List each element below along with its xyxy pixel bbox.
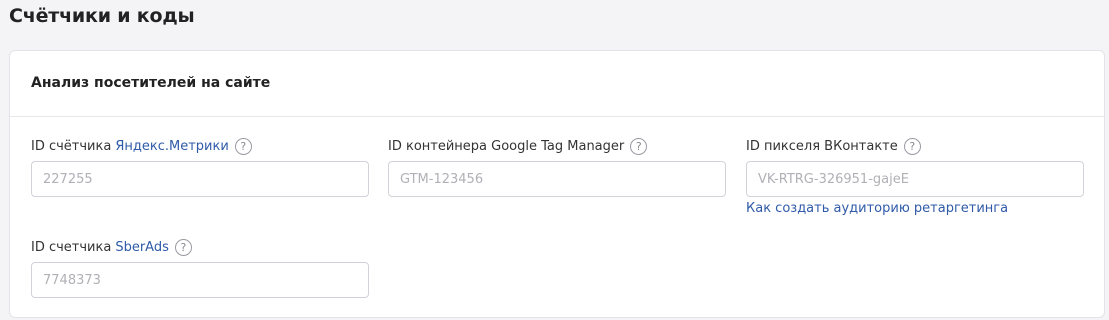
page-title: Счётчики и коды	[9, 5, 195, 27]
section-title: Анализ посетителей на сайте	[31, 75, 271, 91]
yandex-metrika-link[interactable]: Яндекс.Метрики	[115, 139, 228, 154]
sberads-field: ID счетчика SberAds ?	[31, 238, 369, 298]
vk-pixel-label-text: ID пикселя ВКонтакте	[746, 138, 898, 154]
gtm-label: ID контейнера Google Tag Manager ?	[388, 137, 726, 155]
yandex-metrika-field: ID счётчика Яндекс.Метрики ?	[31, 137, 369, 197]
retargeting-help-link[interactable]: Как создать аудиторию ретаргетинга	[746, 201, 1084, 216]
help-icon[interactable]: ?	[234, 137, 252, 155]
yandex-metrika-label-text: ID счётчика	[31, 138, 112, 154]
yandex-metrika-label: ID счётчика Яндекс.Метрики ?	[31, 137, 369, 155]
help-icon[interactable]: ?	[903, 137, 921, 155]
sberads-input[interactable]	[31, 262, 369, 298]
card-header: Анализ посетителей на сайте	[10, 51, 1104, 117]
gtm-label-text: ID контейнера Google Tag Manager	[388, 138, 625, 154]
sberads-label: ID счетчика SberAds ?	[31, 238, 369, 256]
gtm-input[interactable]	[388, 161, 726, 197]
counters-card: Анализ посетителей на сайте ID счётчика …	[9, 50, 1105, 318]
sberads-link[interactable]: SberAds	[115, 240, 169, 255]
help-icon[interactable]: ?	[630, 137, 648, 155]
help-icon[interactable]: ?	[174, 238, 192, 256]
vk-pixel-input[interactable]	[746, 161, 1084, 197]
yandex-metrika-input[interactable]	[31, 161, 369, 197]
gtm-field: ID контейнера Google Tag Manager ?	[388, 137, 726, 197]
vk-pixel-field: ID пикселя ВКонтакте ? Как создать аудит…	[746, 137, 1084, 216]
sberads-label-text: ID счетчика	[31, 239, 112, 255]
vk-pixel-label: ID пикселя ВКонтакте ?	[746, 137, 1084, 155]
